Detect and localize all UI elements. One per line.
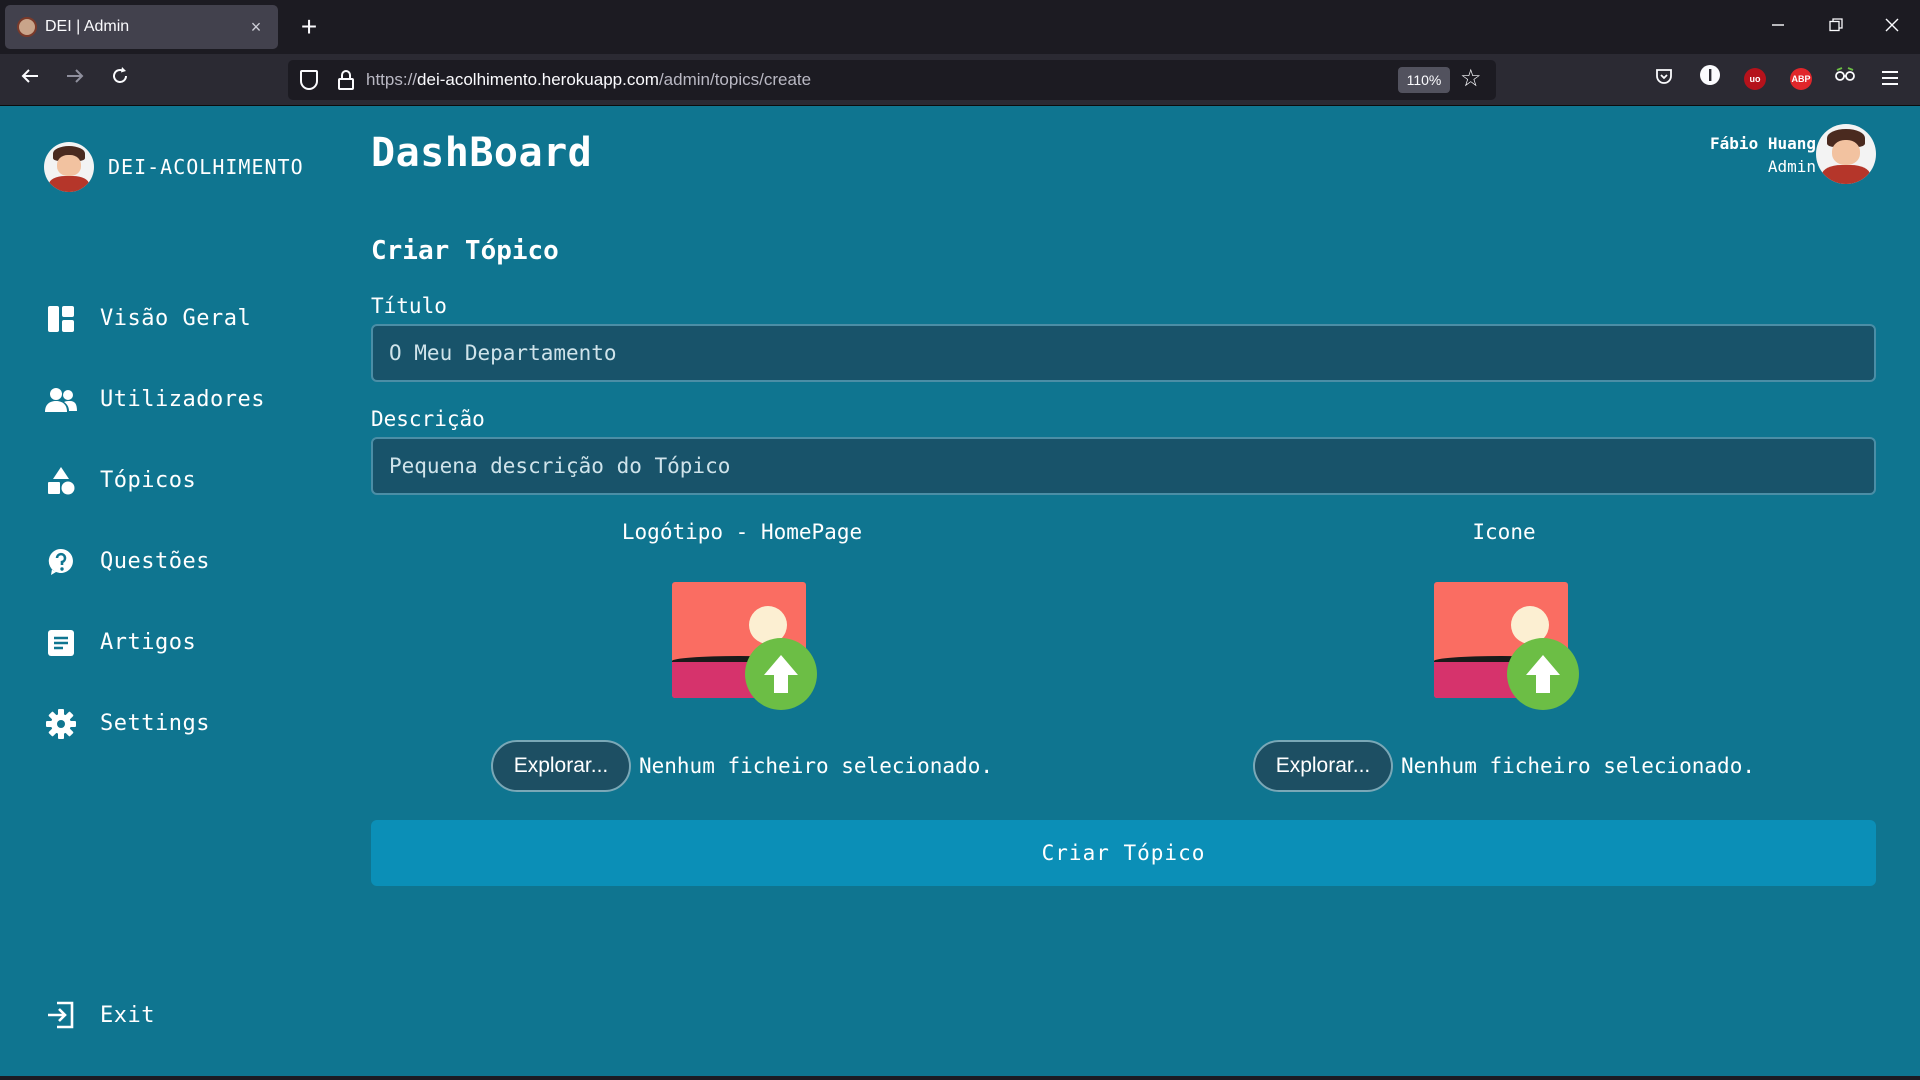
brand[interactable]: DEI-ACOLHIMENTO [44, 142, 304, 192]
create-topic-button[interactable]: Criar Tópico [371, 820, 1876, 886]
browser-nav-bar: https://dei-acolhimento.herokuapp.com/ad… [0, 54, 1920, 106]
logo-browse-button[interactable]: Explorar... [490, 740, 631, 792]
sidebar-item-label: Settings [100, 711, 210, 736]
title-input[interactable] [371, 324, 1876, 382]
user-avatar[interactable] [1816, 124, 1876, 184]
glasses-extension-icon[interactable] [1827, 62, 1863, 98]
image-upload-icon[interactable] [672, 582, 817, 714]
reload-icon[interactable] [102, 62, 138, 98]
upload-arrow-icon [745, 638, 817, 710]
sidebar-item-visao-geral[interactable]: Visão Geral [44, 278, 324, 359]
minimize-icon[interactable] [1758, 10, 1798, 44]
sidebar-item-label: Visão Geral [100, 306, 252, 331]
description-label: Descrição [371, 407, 485, 431]
sidebar-item-label: Questões [100, 549, 210, 574]
sidebar-item-utilizadores[interactable]: Utilizadores [44, 359, 324, 440]
brand-name: DEI-ACOLHIMENTO [108, 155, 304, 179]
section-title: Criar Tópico [371, 236, 559, 266]
icon-file-status: Nenhum ficheiro selecionado. [1400, 754, 1755, 778]
tab-title: DEI | Admin [45, 18, 130, 35]
zoom-level-badge[interactable]: 110% [1398, 67, 1450, 93]
question-icon [44, 545, 78, 579]
icon-upload: Icone Explorar... Nenhum ficheiro seleci… [1124, 520, 1884, 792]
sidebar-item-label: Artigos [100, 630, 197, 655]
logo-file-status: Nenhum ficheiro selecionado. [638, 754, 993, 778]
url-path: /admin/topics/create [658, 70, 812, 89]
sidebar-menu: Visão Geral Utilizadores Tópicos Questõe… [44, 278, 324, 764]
icon-upload-label: Icone [1472, 520, 1536, 544]
restore-icon[interactable] [1816, 10, 1856, 44]
sidebar-item-questoes[interactable]: Questões [44, 521, 324, 602]
back-icon[interactable] [12, 62, 48, 98]
hamburger-menu-icon[interactable] [1872, 62, 1908, 98]
pocket-icon[interactable] [1646, 62, 1682, 98]
users-icon [44, 383, 78, 417]
user-info[interactable]: Fábio Huang Admin [1710, 134, 1816, 176]
page-title: DashBoard [371, 130, 593, 176]
ublock-origin-icon[interactable]: uo [1744, 68, 1766, 90]
adblock-plus-icon[interactable]: ABP [1790, 68, 1812, 90]
window-bottom-border [0, 1076, 1920, 1080]
browser-tab[interactable]: DEI | Admin × [5, 5, 278, 49]
exit-button[interactable]: Exit [44, 998, 155, 1032]
description-input[interactable] [371, 437, 1876, 495]
logo-upload: Logótipo - HomePage Explorar... Nenhum f… [362, 520, 1122, 792]
article-icon [44, 626, 78, 660]
exit-label: Exit [100, 1002, 155, 1028]
logo-upload-label: Logótipo - HomePage [621, 520, 863, 544]
close-window-icon[interactable] [1872, 10, 1912, 44]
shapes-icon [44, 464, 78, 498]
info-extension-icon[interactable] [1692, 62, 1728, 98]
sidebar-item-topicos[interactable]: Tópicos [44, 440, 324, 521]
bookmark-star-icon[interactable]: ☆ [1460, 64, 1482, 92]
new-tab-button[interactable]: + [292, 10, 326, 44]
sidebar-item-settings[interactable]: Settings [44, 683, 324, 764]
gear-icon [44, 707, 78, 741]
close-tab-icon[interactable]: × [246, 17, 266, 38]
forward-icon[interactable] [57, 62, 93, 98]
user-name: Fábio Huang [1710, 134, 1816, 153]
icon-browse-button[interactable]: Explorar... [1252, 740, 1393, 792]
url-bar[interactable]: https://dei-acolhimento.herokuapp.com/ad… [288, 60, 1496, 100]
sidebar-item-artigos[interactable]: Artigos [44, 602, 324, 683]
url-prefix: https:// [366, 70, 418, 89]
sidebar-item-label: Utilizadores [100, 387, 265, 412]
tracking-shield-icon[interactable] [300, 70, 318, 90]
upload-arrow-icon [1507, 638, 1579, 710]
brand-avatar [44, 142, 94, 192]
dashboard-icon [44, 302, 78, 336]
exit-icon [44, 998, 78, 1032]
sidebar-item-label: Tópicos [100, 468, 197, 493]
lock-icon[interactable] [338, 70, 354, 90]
favicon-icon [17, 17, 37, 37]
image-upload-icon[interactable] [1434, 582, 1579, 714]
url-text[interactable]: https://dei-acolhimento.herokuapp.com/ad… [366, 60, 811, 100]
title-label: Título [371, 294, 447, 318]
url-host: dei-acolhimento.herokuapp.com [417, 70, 659, 89]
user-role: Admin [1767, 157, 1816, 176]
browser-tab-bar: DEI | Admin × + [0, 0, 1920, 54]
